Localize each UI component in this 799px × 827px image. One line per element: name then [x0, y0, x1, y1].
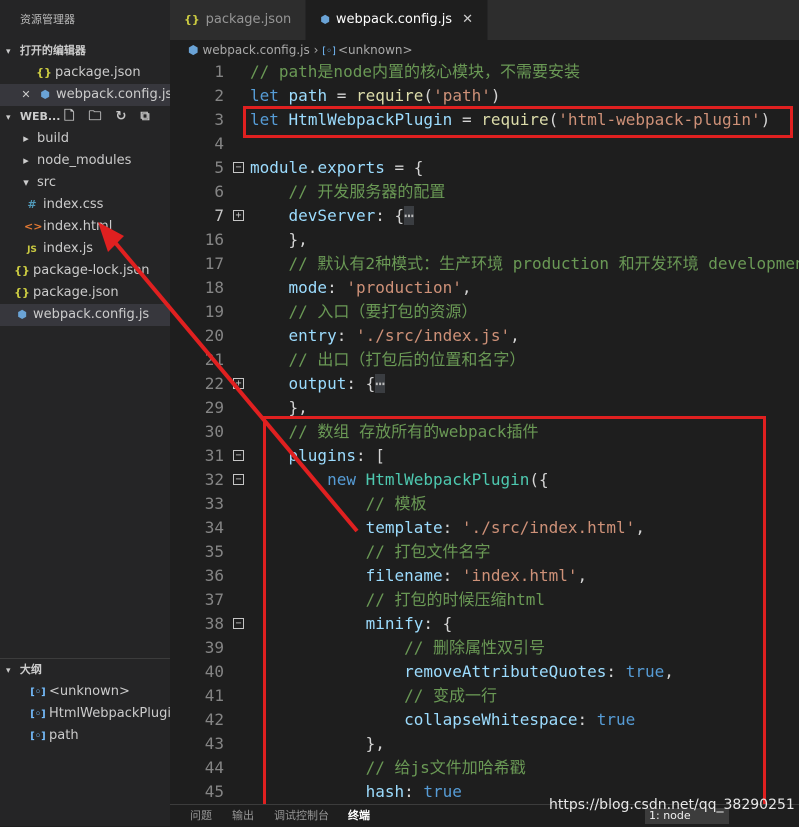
annotation-arrow: [98, 222, 359, 533]
arrow-line: [106, 232, 359, 533]
